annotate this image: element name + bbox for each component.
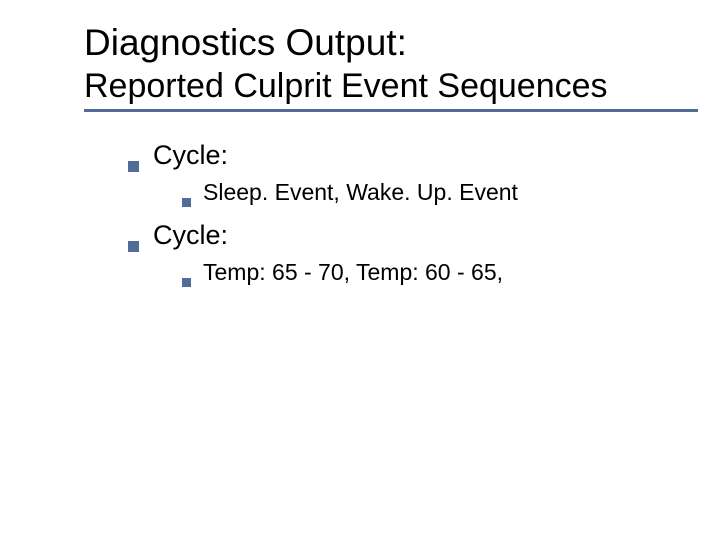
list-subitem: Sleep. Event, Wake. Up. Event — [182, 179, 720, 206]
slide: Diagnostics Output: Reported Culprit Eve… — [0, 0, 720, 286]
bullet-square-icon — [182, 198, 191, 207]
bullet-square-icon — [128, 161, 139, 172]
list-item-label: Cycle: — [153, 140, 228, 171]
list-subitem: Temp: 65 - 70, Temp: 60 - 65, — [182, 259, 720, 286]
title-line-2: Reported Culprit Event Sequences — [84, 65, 720, 108]
list-subitem-label: Temp: 65 - 70, Temp: 60 - 65, — [203, 259, 503, 286]
list-item-label: Cycle: — [153, 220, 228, 251]
slide-title: Diagnostics Output: Reported Culprit Eve… — [0, 22, 720, 107]
bullet-square-icon — [182, 278, 191, 287]
bullet-square-icon — [128, 241, 139, 252]
title-line-1: Diagnostics Output: — [84, 22, 720, 65]
slide-body: Cycle: Sleep. Event, Wake. Up. Event Cyc… — [0, 112, 720, 286]
list-item: Cycle: — [128, 140, 720, 171]
list-item: Cycle: — [128, 220, 720, 251]
list-subitem-label: Sleep. Event, Wake. Up. Event — [203, 179, 518, 206]
